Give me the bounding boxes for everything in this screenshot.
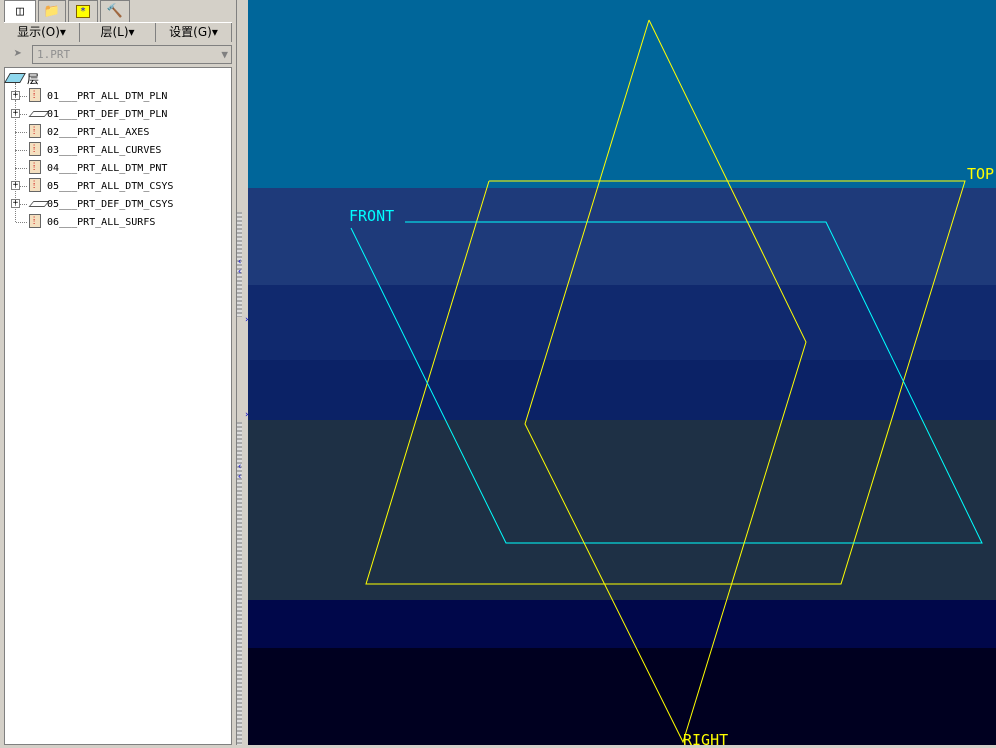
tree-item[interactable]: ::04___PRT_ALL_DTM_PNT [5,150,231,177]
tab-connections[interactable]: 🔨 [100,0,130,22]
connections-icon: 🔨 [106,4,124,19]
chevron-down-icon: ▼ [221,47,228,61]
tree-item[interactable]: +05___PRT_DEF_DTM_CSYS [5,186,231,213]
tree-item-label: 04___PRT_ALL_DTM_PNT [47,162,168,174]
tree-item-label: 01___PRT_ALL_DTM_PLN [47,90,168,102]
collapse-left-icon[interactable]: ‹ ‹ [237,257,242,277]
layer-icon: :: [29,142,41,156]
tree-line [15,150,16,168]
panel-splitter[interactable]: ‹ ‹ › › ‹ ‹ [236,0,249,745]
layers-icon [4,73,26,83]
active-model-value: 1.PRT [37,47,71,61]
settings-menu[interactable]: 设置(G)▾ [156,23,232,42]
tab-favorites[interactable]: * [68,0,98,22]
layer-tree[interactable]: 层 +::01___PRT_ALL_DTM_PLN +01___PRT_DEF_D… [4,67,232,745]
active-model-select[interactable]: 1.PRT ▼ [32,44,232,64]
tree-line [16,222,27,223]
tree-item[interactable]: ::03___PRT_ALL_CURVES [5,132,231,159]
tree-line [16,150,27,151]
layer-icon: :: [29,178,41,192]
tree-item-label: 05___PRT_DEF_DTM_CSYS [47,198,174,210]
tree-item[interactable]: +::01___PRT_ALL_DTM_PLN [5,83,231,105]
tree-item-label: 01___PRT_DEF_DTM_PLN [47,108,168,120]
plane-label-right: RIGHT [683,731,728,745]
tree-root[interactable]: 层 [4,69,40,87]
layer-icon: :: [29,214,41,228]
tab-folder-browser[interactable]: 📁 [38,0,66,22]
layer-icon: :: [29,124,41,138]
tree-item[interactable]: +::05___PRT_ALL_DTM_CSYS [5,168,231,195]
tree-root-label: 层 [27,71,40,86]
tree-item-label: 03___PRT_ALL_CURVES [47,144,162,156]
tab-model-tree[interactable]: ◫ [4,0,36,22]
display-menu[interactable]: 显示(O)▾ [4,23,80,42]
plane-label-top: TOP [967,165,994,183]
layer-menu[interactable]: 层(L)▾ [80,23,156,42]
tree-line [16,132,27,133]
select-arrow-icon[interactable]: ➤ [4,46,32,62]
tree-line [15,204,16,222]
favorites-icon: * [75,5,91,18]
folder-browser-icon: 📁 [43,4,61,19]
collapse-left-icon[interactable]: ‹ ‹ [237,462,242,482]
layer-icon: :: [29,88,41,102]
tree-item[interactable]: +01___PRT_DEF_DTM_PLN [5,96,231,123]
layer-icon: :: [29,160,41,174]
tree-item-label: 02___PRT_ALL_AXES [47,126,150,138]
tree-line [15,114,16,132]
tree-line [16,168,27,169]
tree-item-label: 06___PRT_ALL_SURFS [47,216,156,228]
tree-line [15,132,16,150]
plane-label-front: FRONT [349,207,394,225]
tree-item[interactable]: ::02___PRT_ALL_AXES [5,114,231,141]
navigator-panel: ◫ 📁 * 🔨 显示(O)▾ 层(L)▾ 设置(G)▾ ➤ 1.PRT ▼ 层 +… [0,0,236,745]
tree-item-label: 05___PRT_ALL_DTM_CSYS [47,180,174,192]
viewport-svg[interactable]: TOP FRONT RIGHT [248,0,996,748]
graphics-viewport[interactable]: TOP FRONT RIGHT [248,0,996,748]
tree-item[interactable]: ::06___PRT_ALL_SURFS [5,204,231,231]
model-tree-icon: ◫ [16,4,24,19]
